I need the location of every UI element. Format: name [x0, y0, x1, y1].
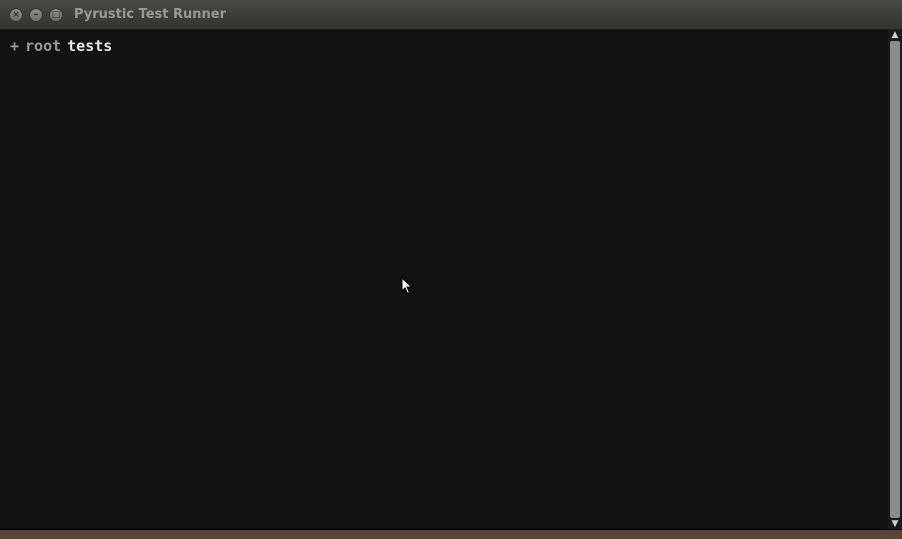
- scroll-down-arrow-icon[interactable]: ▼: [888, 519, 902, 529]
- close-icon: ×: [12, 10, 20, 20]
- maximize-icon: □: [51, 10, 61, 20]
- tree-node-tests-label[interactable]: tests: [67, 37, 112, 55]
- close-window-button[interactable]: ×: [9, 8, 23, 22]
- desktop-background: × – □ Pyrustic Test Runner + root tests ▲ …: [0, 0, 902, 539]
- window-title: Pyrustic Test Runner: [74, 7, 226, 22]
- expand-toggle-icon[interactable]: +: [10, 37, 19, 55]
- app-window: × – □ Pyrustic Test Runner + root tests ▲ …: [0, 0, 902, 529]
- title-bar[interactable]: × – □ Pyrustic Test Runner: [0, 0, 902, 30]
- test-tree-panel: + root tests: [0, 30, 886, 529]
- minimize-icon: –: [33, 10, 39, 20]
- scroll-up-arrow-icon[interactable]: ▲: [888, 30, 902, 40]
- maximize-window-button[interactable]: □: [49, 8, 63, 22]
- arrow-cursor-icon: [401, 277, 413, 295]
- tree-node-root[interactable]: + root tests: [10, 37, 112, 55]
- tree-node-root-label[interactable]: root: [25, 37, 61, 55]
- minimize-window-button[interactable]: –: [29, 8, 43, 22]
- scrollbar-thumb[interactable]: [890, 41, 900, 518]
- vertical-scrollbar[interactable]: ▲ ▼: [888, 30, 902, 529]
